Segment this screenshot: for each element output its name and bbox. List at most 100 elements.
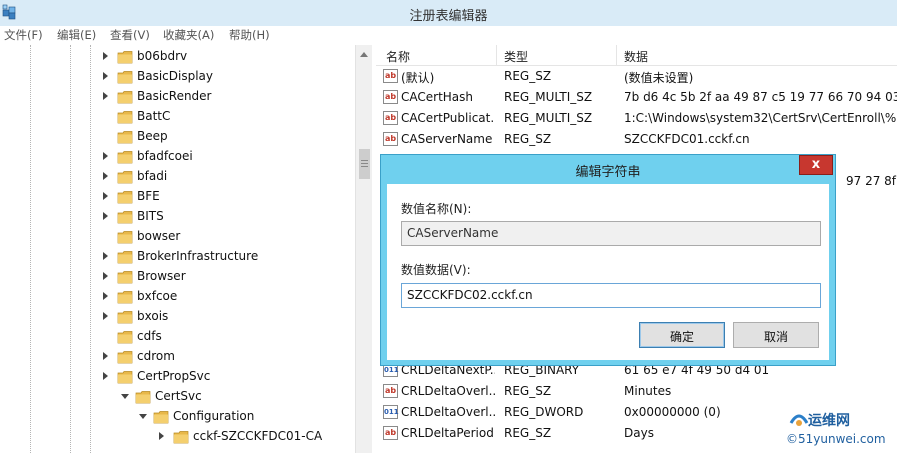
tree-node-label: Beep	[137, 129, 168, 143]
collapsed-arrow-icon[interactable]	[103, 192, 108, 200]
collapsed-arrow-icon[interactable]	[103, 72, 108, 80]
list-row[interactable]: ab (默认) REG_SZ (数值未设置)	[376, 66, 897, 87]
scroll-up-arrow-icon[interactable]	[360, 52, 368, 57]
value-name-cell: CACertPublicat...	[401, 111, 495, 125]
list-row[interactable]: ab CACertPublicat... REG_MULTI_SZ 1:C:\Wind…	[376, 108, 897, 129]
tree-node-label: BITS	[137, 209, 164, 223]
folder-icon	[135, 391, 151, 404]
menu-edit[interactable]: 编辑(E)	[57, 27, 96, 43]
collapsed-arrow-icon[interactable]	[103, 312, 108, 320]
string-value-icon: ab	[383, 426, 398, 440]
tree-guide-line	[90, 45, 91, 453]
string-value-icon: ab	[383, 384, 398, 398]
value-name-field: CAServerName	[401, 221, 821, 246]
column-header-name[interactable]: 名称	[386, 48, 410, 65]
tree-guide-line	[30, 45, 31, 453]
tree-node-label: bxois	[137, 309, 169, 323]
expanded-arrow-icon[interactable]	[139, 414, 147, 419]
tree-node-label: b06bdrv	[137, 49, 188, 63]
collapsed-arrow-icon[interactable]	[103, 252, 108, 260]
dialog-close-button[interactable]: x	[799, 155, 833, 175]
folder-icon	[173, 431, 189, 444]
folder-icon	[117, 311, 133, 324]
folder-icon	[117, 331, 133, 344]
dialog-title: 编辑字符串	[575, 165, 641, 180]
cancel-button[interactable]: 取消	[733, 322, 819, 348]
folder-icon	[117, 351, 133, 364]
collapsed-arrow-icon[interactable]	[103, 152, 108, 160]
string-value-icon: ab	[383, 90, 398, 104]
title-bar: 注册表编辑器	[0, 0, 897, 26]
folder-icon	[117, 271, 133, 284]
list-row[interactable]: ab CACertHash REG_MULTI_SZ 7b d6 4c 5b 2f a…	[376, 87, 897, 108]
folder-icon	[117, 171, 133, 184]
folder-icon	[153, 411, 169, 424]
menu-view[interactable]: 查看(V)	[110, 27, 150, 43]
key-tree[interactable]: b06bdrv BasicDisplay BasicRender BattC Beep b…	[0, 45, 355, 453]
menu-favorites[interactable]: 收藏夹(A)	[163, 27, 214, 43]
tree-node-label: BattC	[137, 109, 171, 123]
tree-node-label: bfadi	[137, 169, 168, 183]
ok-button[interactable]: 确定	[639, 322, 725, 348]
value-type-cell: REG_MULTI_SZ	[504, 111, 593, 125]
value-type-cell: REG_SZ	[504, 132, 552, 146]
menu-help[interactable]: 帮助(H)	[229, 27, 270, 43]
folder-icon	[117, 151, 133, 164]
folder-icon	[117, 71, 133, 84]
value-name-cell: CRLDeltaOverl...	[401, 405, 495, 419]
value-data-input[interactable]: SZCCKFDC02.cckf.cn	[401, 283, 821, 308]
value-data-cell: 97 27 8f .	[846, 174, 897, 188]
folder-icon	[117, 131, 133, 144]
value-type-cell: REG_SZ	[504, 426, 552, 440]
tree-node-label: BasicRender	[137, 89, 212, 103]
list-row[interactable]: ab CRLDeltaOverl... REG_SZ Minutes	[376, 381, 897, 402]
list-header: 名称 类型 数据	[376, 45, 897, 66]
tree-node-label: CertPropSvc	[137, 369, 211, 383]
expanded-arrow-icon[interactable]	[121, 394, 129, 399]
collapsed-arrow-icon[interactable]	[103, 172, 108, 180]
folder-icon	[117, 251, 133, 264]
value-type-cell: REG_SZ	[504, 384, 552, 398]
tree-scrollbar[interactable]	[355, 45, 372, 453]
tree-guide-line	[70, 45, 71, 453]
column-header-type[interactable]: 类型	[504, 48, 528, 65]
value-name-cell: (默认)	[401, 71, 435, 85]
value-name-label: 数值名称(N):	[401, 202, 472, 216]
tree-node-label: BasicDisplay	[137, 69, 214, 83]
edit-string-dialog: 编辑字符串 x 数值名称(N): CAServerName 数值数据(V): S…	[380, 154, 836, 366]
collapsed-arrow-icon[interactable]	[103, 292, 108, 300]
value-data-cell: SZCCKFDC01.cckf.cn	[624, 132, 750, 146]
collapsed-arrow-icon[interactable]	[103, 212, 108, 220]
folder-icon	[117, 231, 133, 244]
tree-node-label: bowser	[137, 229, 181, 243]
folder-icon	[117, 111, 133, 124]
value-type-cell: REG_MULTI_SZ	[504, 90, 593, 104]
collapsed-arrow-icon[interactable]	[159, 432, 164, 440]
column-header-data[interactable]: 数据	[624, 48, 648, 65]
string-value-icon: ab	[383, 69, 398, 83]
menu-file[interactable]: 文件(F)	[4, 27, 43, 43]
dialog-body: 数值名称(N): CAServerName 数值数据(V): SZCCKFDC0…	[387, 184, 829, 360]
list-row[interactable]: ab CAServerName REG_SZ SZCCKFDC01.cckf.cn	[376, 129, 897, 150]
tree-node-label: Browser	[137, 269, 186, 283]
watermark-url: ©51yunwei.com	[786, 432, 886, 446]
collapsed-arrow-icon[interactable]	[103, 352, 108, 360]
collapsed-arrow-icon[interactable]	[103, 92, 108, 100]
menu-bar: 文件(F) 编辑(E) 查看(V) 收藏夹(A) 帮助(H)	[0, 26, 897, 44]
folder-icon	[117, 91, 133, 104]
scroll-thumb[interactable]	[359, 149, 370, 179]
value-data-cell: 1:C:\Windows\system32\CertSrv\CertEnroll…	[624, 111, 897, 125]
tree-node-label: BrokerInfrastructure	[137, 249, 259, 263]
tree-node-label: bxfcoe	[137, 289, 178, 303]
tree-node-label: cdfs	[137, 329, 162, 343]
collapsed-arrow-icon[interactable]	[103, 272, 108, 280]
value-name-cell: CRLDeltaPeriod	[401, 426, 494, 440]
watermark-logo-icon	[789, 414, 809, 426]
value-type-cell: REG_SZ	[504, 69, 552, 83]
folder-icon	[117, 51, 133, 64]
watermark-text: 运维网	[808, 413, 850, 429]
collapsed-arrow-icon[interactable]	[103, 52, 108, 60]
value-name-cell: CACertHash	[401, 90, 474, 104]
tree-node-label: BFE	[137, 189, 160, 203]
collapsed-arrow-icon[interactable]	[103, 372, 108, 380]
